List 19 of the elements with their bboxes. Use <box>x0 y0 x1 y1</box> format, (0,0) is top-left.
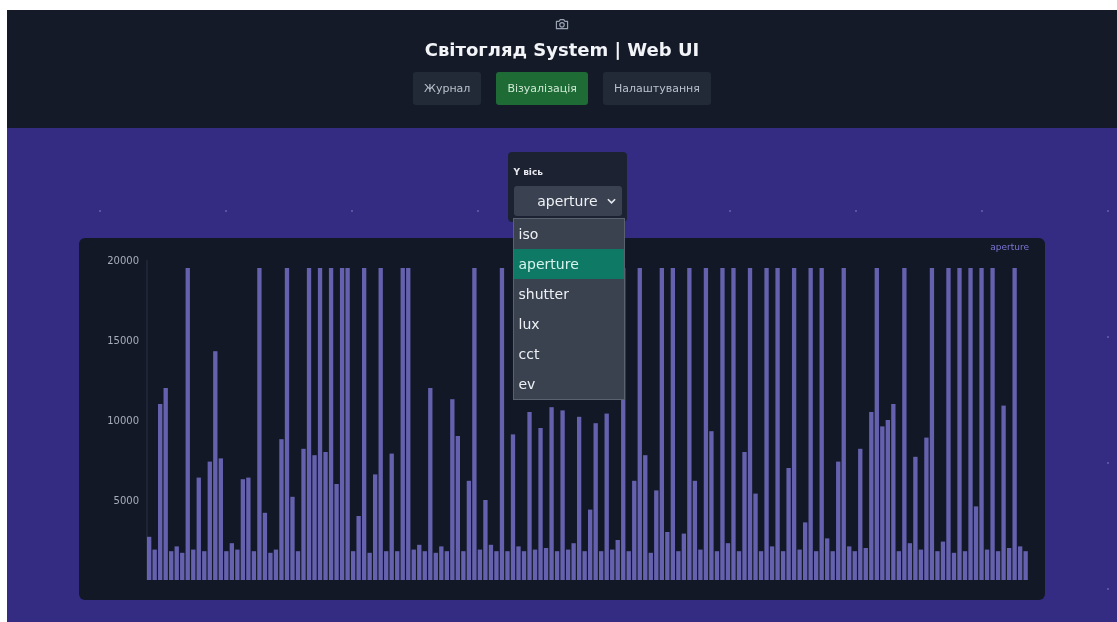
series-name: aperture <box>989 242 1029 252</box>
axis-tick-label: 10000 <box>106 414 139 426</box>
dropdown-option[interactable]: ev <box>513 369 624 399</box>
axis-tick-label: 5000 <box>113 494 139 506</box>
camera-icon <box>555 18 569 30</box>
dropdown-option[interactable]: cct <box>513 339 624 369</box>
app-title: Світогляд System | Web UI <box>424 38 700 62</box>
caret-icon <box>606 198 616 204</box>
nav-tab[interactable]: Налаштування <box>602 72 711 105</box>
axis-tick-label: 15000 <box>106 334 139 346</box>
dropdown-option[interactable]: shutter <box>513 279 624 309</box>
nav-tab[interactable]: Візуалізація <box>496 72 588 105</box>
field-label: Y вісь <box>513 166 544 178</box>
nav-tab[interactable]: Журнал <box>413 72 482 105</box>
axis-tick-label: 20000 <box>106 254 139 266</box>
dropdown-option[interactable]: lux <box>513 309 624 339</box>
dropdown-option[interactable]: aperture <box>513 249 624 279</box>
dropdown-option[interactable]: iso <box>513 219 624 249</box>
select-field[interactable]: aperture <box>513 186 622 216</box>
